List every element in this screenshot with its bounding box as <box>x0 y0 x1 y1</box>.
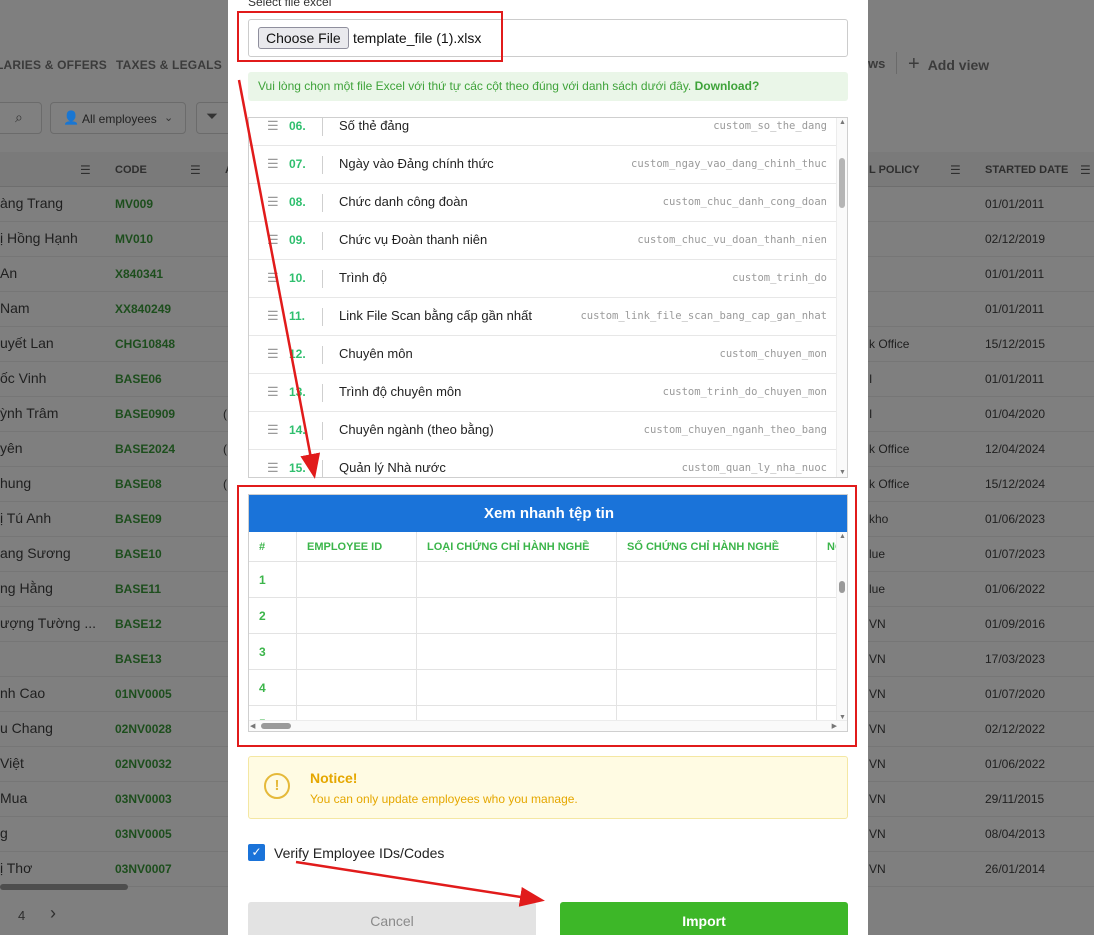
annotation-arrows <box>237 79 545 907</box>
arrow-to-import <box>295 860 545 907</box>
arrow-to-preview <box>237 79 321 479</box>
